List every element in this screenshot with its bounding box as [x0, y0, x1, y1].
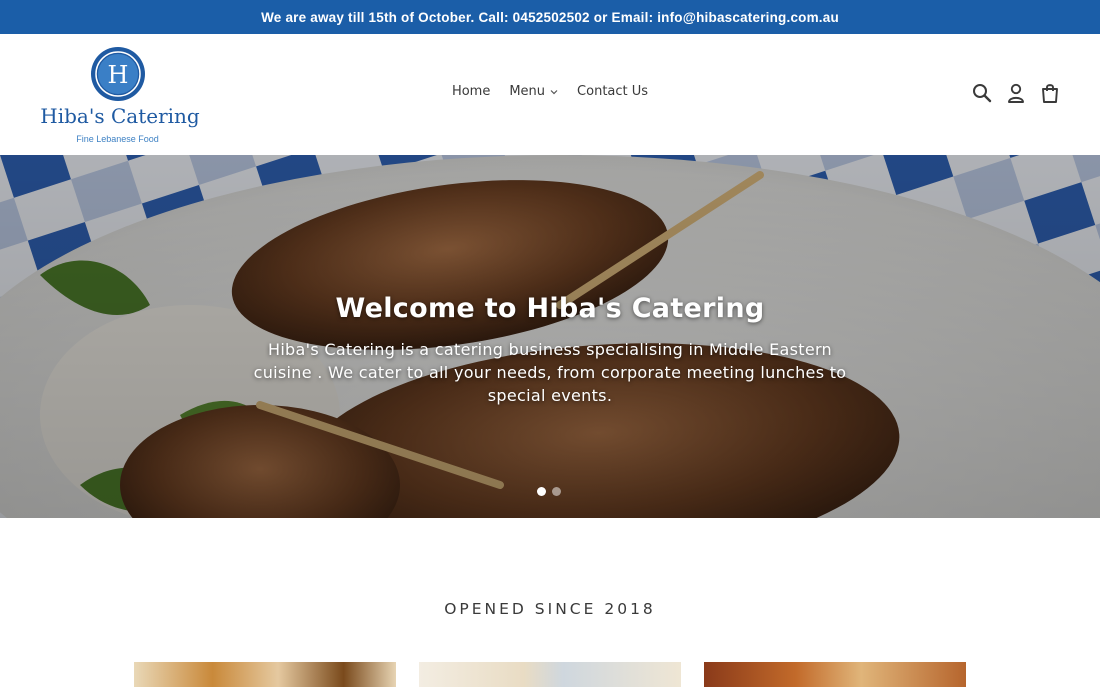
search-icon[interactable] [972, 82, 992, 104]
cart-icon[interactable] [1040, 82, 1060, 104]
product-tile-1[interactable] [134, 662, 396, 687]
announcement-bar: We are away till 15th of October. Call: … [0, 0, 1100, 34]
nav-label-home: Home [451, 84, 491, 99]
product-tile-3[interactable] [704, 662, 966, 687]
product-tile-2[interactable] [419, 662, 681, 687]
announcement-text: We are away till 15th of October. Call: … [261, 9, 839, 25]
slide-dot-2[interactable] [552, 487, 561, 496]
brand-tagline: Fine Lebanese Food [76, 134, 159, 144]
site-header: H Hiba's Catering Fine Lebanese Food Hom… [0, 34, 1100, 155]
hero-text: Welcome to Hiba's Catering Hiba's Cateri… [0, 293, 1100, 407]
hero-title: Welcome to Hiba's Catering [335, 293, 765, 324]
nav-item-contact[interactable]: Contact Us [577, 84, 648, 99]
brand-name: Hiba's Catering [40, 104, 200, 128]
nav-label-contact: Contact Us [577, 84, 649, 99]
section-heading: OPENED SINCE 2018 [444, 600, 656, 618]
hero-subtitle: Hiba's Catering is a catering business s… [253, 340, 847, 405]
slide-dot-1[interactable] [537, 487, 546, 496]
main-nav: Home Menu Contact Us [0, 84, 1100, 99]
chevron-down-icon [550, 89, 558, 94]
nav-item-home[interactable]: Home [452, 84, 490, 99]
slide-dots [537, 487, 561, 496]
nav-label-menu: Menu [509, 84, 546, 99]
hero-slideshow: Welcome to Hiba's Catering Hiba's Cateri… [0, 155, 1100, 518]
header-icons [972, 82, 1060, 104]
account-icon[interactable] [1006, 82, 1026, 104]
nav-item-menu[interactable]: Menu [509, 84, 558, 99]
